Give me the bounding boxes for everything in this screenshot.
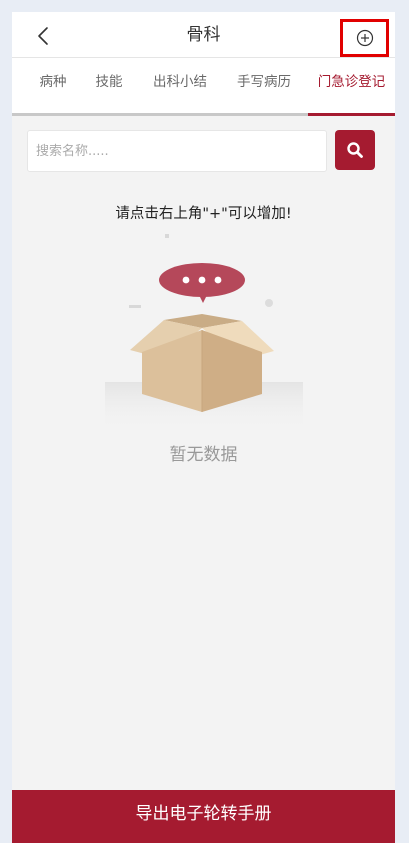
tab-bar: 病种 技能 出科小结 手写病历 门急诊登记 — [12, 58, 395, 116]
tab-skill[interactable]: 技能 — [84, 58, 134, 113]
active-tab-indicator — [308, 113, 395, 116]
search-icon — [347, 142, 363, 158]
empty-box-illustration — [102, 234, 312, 434]
tab-rotation-summary[interactable]: 出科小结 — [142, 58, 218, 113]
plus-circle-icon — [356, 29, 373, 47]
search-input[interactable] — [27, 130, 327, 172]
nav-header: 骨科 — [12, 12, 395, 58]
empty-state-text: 暂无数据 — [169, 445, 238, 465]
search-button[interactable] — [335, 130, 375, 170]
app-screen: 骨科 病种 技能 出科小结 手写病历 门急诊登记 请点击右上角"+"可以增加! — [12, 12, 395, 843]
add-button[interactable] — [340, 19, 389, 57]
tab-outpatient-register[interactable]: 门急诊登记 — [308, 58, 395, 113]
export-manual-button[interactable]: 导出电子轮转手册 — [12, 790, 395, 843]
page-title: 骨科 — [186, 25, 221, 45]
tab-handwritten-record[interactable]: 手写病历 — [224, 58, 304, 113]
add-hint-text: 请点击右上角"+"可以增加! — [115, 206, 292, 222]
tab-disease[interactable]: 病种 — [26, 58, 80, 113]
